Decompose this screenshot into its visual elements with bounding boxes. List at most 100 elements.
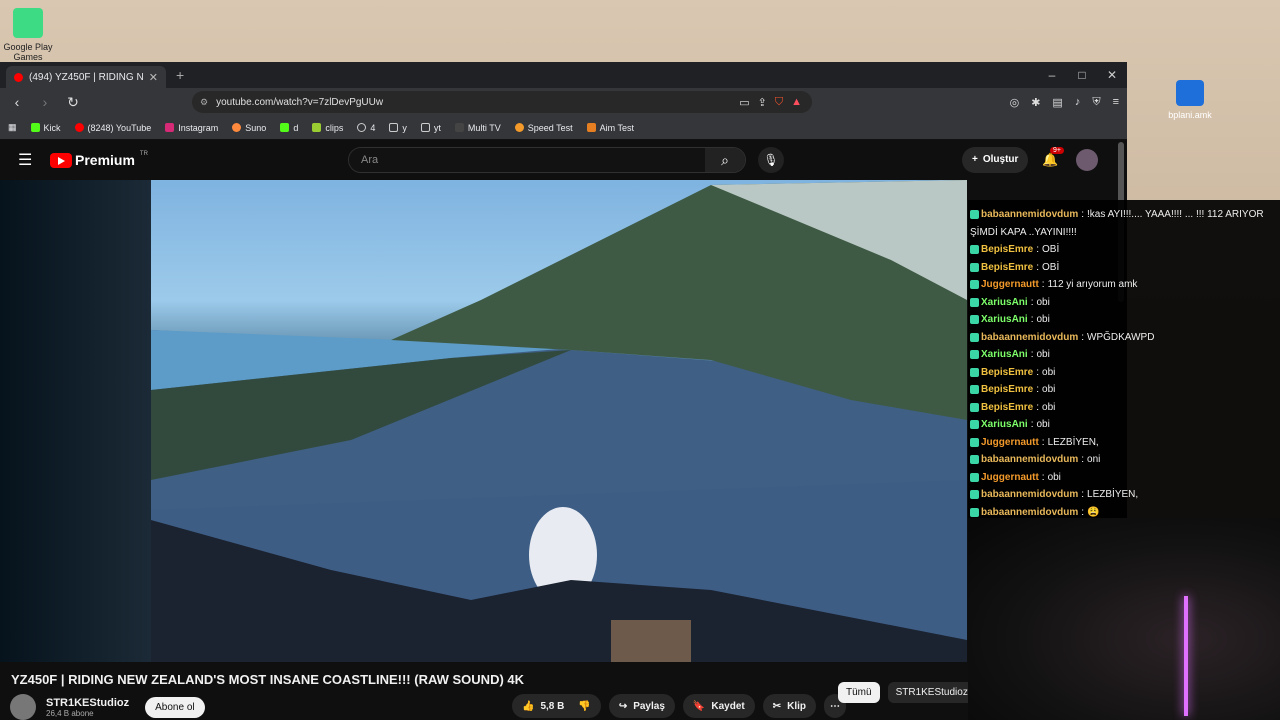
chat-message: BepisEmre: obi xyxy=(968,399,1280,417)
chat-username: XariusAni xyxy=(981,296,1028,308)
bookmark-4[interactable]: 4 xyxy=(357,123,375,133)
tab-title: (494) YZ450F | RIDING NEW ZEA xyxy=(29,71,143,83)
share-arrow-icon: ↪ xyxy=(618,700,628,712)
chat-badge-icon xyxy=(970,245,979,255)
subscribe-button[interactable]: Abone ol xyxy=(145,696,205,718)
bookmark-speedtest[interactable]: Speed Test xyxy=(514,123,573,133)
chip-all[interactable]: Tümü xyxy=(838,682,880,703)
mic-icon[interactable]: 🎙 xyxy=(758,147,784,173)
cast-icon[interactable]: ▭ xyxy=(739,96,749,109)
chat-colon: : xyxy=(1081,489,1085,501)
reload-icon[interactable]: ↻ xyxy=(64,94,82,111)
kick-icon xyxy=(30,123,40,132)
close-tab-icon[interactable]: ✕ xyxy=(149,71,158,84)
neon-light xyxy=(1184,596,1188,716)
bell-icon[interactable]: 🔔 xyxy=(1042,152,1058,168)
notification-badge: 9+ xyxy=(1050,147,1064,154)
youtube-premium-logo[interactable]: Premium TR xyxy=(50,151,148,168)
chat-badge-icon xyxy=(970,210,979,220)
share-button[interactable]: ↪ Paylaş xyxy=(608,694,675,718)
chat-text: obi xyxy=(1042,401,1056,413)
share-icon[interactable]: ⇪ xyxy=(758,96,767,109)
bookmark-kick[interactable]: Kick xyxy=(30,123,61,133)
chat-badge-icon xyxy=(970,262,979,272)
like-button[interactable]: 👍 5,8 B 👎 xyxy=(512,694,601,718)
bookmark-instagram[interactable]: Instagram xyxy=(165,123,218,133)
bookmark-multitv[interactable]: Multi TV xyxy=(454,123,501,133)
bookmark-suno[interactable]: Suno xyxy=(232,123,266,133)
logo-text: Premium xyxy=(75,152,135,168)
close-window-icon[interactable]: ✕ xyxy=(1097,62,1127,88)
desktop-icon-label: bplani.amk xyxy=(1168,110,1212,120)
suno-icon xyxy=(232,123,242,132)
bookmark-folder-y[interactable]: y xyxy=(389,123,407,133)
brave-rewards-icon[interactable]: ▲ xyxy=(791,96,802,109)
bookmark-folder-yt[interactable]: yt xyxy=(420,123,441,133)
wallet-icon[interactable]: ◎ xyxy=(1010,96,1020,109)
search-icon[interactable]: ⌕ xyxy=(705,148,745,172)
bookmark-d[interactable]: d xyxy=(280,123,298,133)
chat-message: BepisEmre: obi xyxy=(968,381,1280,399)
chat-text: OBİ xyxy=(1042,244,1060,256)
bookmark-clips[interactable]: clips xyxy=(312,123,343,133)
forward-icon[interactable]: › xyxy=(36,94,54,110)
bplani-desktop-icon[interactable]: bplani.amk xyxy=(1162,80,1218,120)
chat-badge-icon xyxy=(970,367,979,377)
create-button[interactable]: + Oluştur xyxy=(962,147,1029,173)
stream-chat-overlay: babaannemidovdum: !kas AYI!!!.... YAAA!!!… xyxy=(968,200,1280,518)
thumbs-down-icon[interactable]: 👎 xyxy=(578,701,590,712)
music-icon[interactable]: ♪ xyxy=(1075,96,1081,109)
maximize-icon[interactable]: □ xyxy=(1067,62,1097,88)
chat-text: obi xyxy=(1042,366,1056,378)
chat-text: oni xyxy=(1087,454,1101,466)
chat-message: ŞİMDİ KAPA ..YAYINI!!!! xyxy=(968,224,1280,242)
chat-text: WPĞDKAWPD xyxy=(1087,331,1155,343)
hamburger-menu-icon[interactable]: ☰ xyxy=(18,150,34,170)
chat-username: babaannemidovdum xyxy=(981,209,1079,221)
bookmark-aimtest[interactable]: Aim Test xyxy=(586,123,634,133)
tab-youtube[interactable]: (494) YZ450F | RIDING NEW ZEA ✕ xyxy=(6,66,166,88)
google-play-games-desktop-icon[interactable]: Google Play Games xyxy=(0,8,56,62)
minimize-icon[interactable]: – xyxy=(1037,62,1067,88)
avatar[interactable] xyxy=(1076,149,1098,171)
chat-colon: : xyxy=(1036,366,1040,378)
chat-colon: : xyxy=(1041,471,1045,483)
chat-username: BepisEmre xyxy=(981,366,1034,378)
chat-badge-icon xyxy=(970,472,979,482)
channel-name[interactable]: STR1KEStudioz xyxy=(46,697,129,709)
tab-bar: (494) YZ450F | RIDING NEW ZEA ✕ + – □ ✕ xyxy=(0,62,1127,88)
chat-username: babaannemidovdum xyxy=(981,489,1079,501)
chat-message: BepisEmre: OBİ xyxy=(968,241,1280,259)
channel-avatar[interactable] xyxy=(10,694,36,720)
save-button[interactable]: 🔖 Kaydet xyxy=(682,694,755,718)
url-bar[interactable]: ⚙ youtube.com/watch?v=7zlDevPgUUw ▭ ⇪ ⛉ … xyxy=(192,91,812,113)
chat-badge-icon xyxy=(970,350,979,360)
clip-button[interactable]: ✂ Klip xyxy=(762,694,816,718)
back-icon[interactable]: ‹ xyxy=(8,94,26,110)
chat-badge-icon xyxy=(970,437,979,447)
sidebar-icon[interactable]: ▤ xyxy=(1052,96,1062,109)
multitv-icon xyxy=(454,123,464,132)
brave-shield-icon[interactable]: ⛉ xyxy=(775,96,783,109)
site-info-icon[interactable]: ⚙ xyxy=(200,97,208,108)
chat-badge-icon xyxy=(970,507,979,517)
chat-colon: : xyxy=(1036,401,1040,413)
menu-icon[interactable]: ≡ xyxy=(1113,96,1119,109)
chat-message: babaannemidovdum: oni xyxy=(968,451,1280,469)
new-tab-icon[interactable]: + xyxy=(176,67,184,83)
channel-row: STR1KEStudioz 26,4 B abone Abone ol 👍 5,8… xyxy=(10,694,970,720)
url-text: youtube.com/watch?v=7zlDevPgUUw xyxy=(216,96,384,108)
bookmark-youtube[interactable]: (8248) YouTube xyxy=(74,123,151,133)
search-input[interactable]: Ara xyxy=(349,148,705,172)
chat-message: Juggernautt: LEZBİYEN, xyxy=(968,434,1280,452)
video-player[interactable] xyxy=(151,180,967,662)
video-frame xyxy=(151,180,967,662)
extensions-icon[interactable]: ✱ xyxy=(1031,96,1040,109)
chat-message: XariusAni: obi xyxy=(968,346,1280,364)
chat-text: obi xyxy=(1036,296,1050,308)
vpn-icon[interactable]: ⛨ xyxy=(1092,96,1100,109)
chat-text: OBİ xyxy=(1042,261,1060,273)
youtube-header: ☰ Premium TR Ara ⌕ 🎙 + Oluştur 🔔 9+ xyxy=(0,140,1127,180)
chat-badge-icon xyxy=(970,420,979,430)
apps-grid-icon[interactable]: ▦ xyxy=(8,122,17,133)
